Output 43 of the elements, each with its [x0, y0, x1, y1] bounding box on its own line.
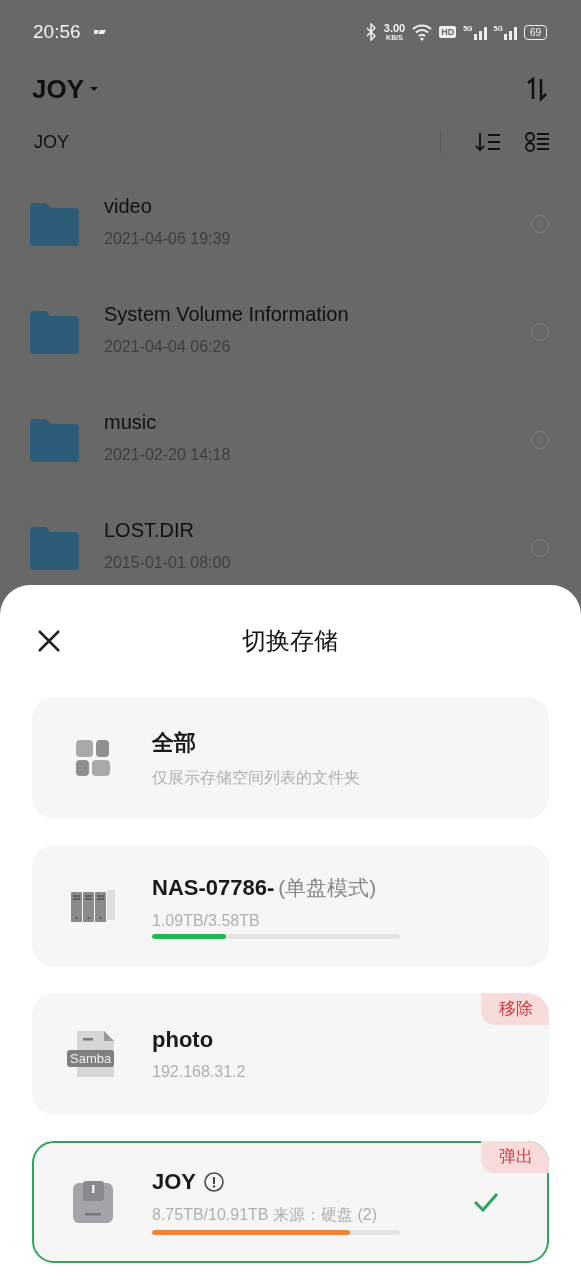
warning-icon[interactable] — [204, 1172, 225, 1192]
folder-name: System Volume Information — [104, 302, 350, 326]
bluetooth-icon — [364, 23, 377, 41]
checkmark-icon — [473, 1190, 499, 1214]
grid-icon — [76, 740, 110, 776]
wifi-icon — [412, 23, 433, 41]
battery-level: 69 — [523, 24, 547, 40]
storage-details: 1.09TB/3.58TB — [152, 911, 261, 930]
storage-card[interactable]: NAS-07786- (单盘模式) 1.09TB/3.58TB — [32, 845, 549, 967]
sort-order-icon[interactable] — [475, 131, 501, 153]
eject-button[interactable]: 弹出 — [481, 1141, 549, 1173]
icon-label: Samba — [67, 1050, 115, 1067]
storage-details: 192.168.31.2 — [152, 1063, 247, 1081]
signal-icon — [503, 24, 517, 40]
storage-details: 仅展示存储空间列表的文件夹 — [152, 767, 361, 788]
storage-name: photo — [152, 1027, 214, 1053]
view-mode-icon[interactable] — [525, 131, 549, 153]
folder-icon — [30, 418, 80, 462]
folder-name: music — [104, 410, 158, 434]
sheet-title: 切换存储 — [241, 626, 339, 656]
folder-icon — [30, 526, 80, 570]
server-icon — [71, 887, 115, 925]
dropdown-caret-icon[interactable] — [90, 87, 99, 91]
drive-icon — [73, 1181, 113, 1223]
storage-mode: (单盘模式) — [278, 874, 377, 901]
storage-card[interactable]: 全部 仅展示存储空间列表的文件夹 — [32, 697, 549, 819]
storage-card[interactable]: JOY 8.75TB/10.91TB 来源：硬盘 (2) 弹出 — [32, 1141, 549, 1263]
folder-icon — [30, 310, 80, 354]
storage-card[interactable]: Samba photo 192.168.31.2 移除 — [32, 993, 549, 1115]
storage-name: 全部 — [152, 728, 196, 757]
close-icon[interactable] — [37, 629, 61, 653]
hd-voice-indicator: HD — [439, 26, 457, 38]
storage-name: NAS-07786- — [152, 874, 275, 901]
storage-name: JOY — [152, 1169, 197, 1195]
folder-icon — [30, 202, 80, 246]
sort-icon[interactable] — [525, 77, 549, 101]
network-speed: 3.00 — [383, 23, 406, 34]
clock-time: 20:56 — [33, 21, 81, 43]
storage-details: 8.75TB/10.91TB 来源：硬盘 (2) — [152, 1205, 378, 1225]
remove-button[interactable]: 移除 — [481, 993, 549, 1025]
signal-icon — [473, 24, 487, 40]
folder-name: video — [104, 194, 153, 218]
folder-name: LOST.DIR — [104, 518, 196, 542]
